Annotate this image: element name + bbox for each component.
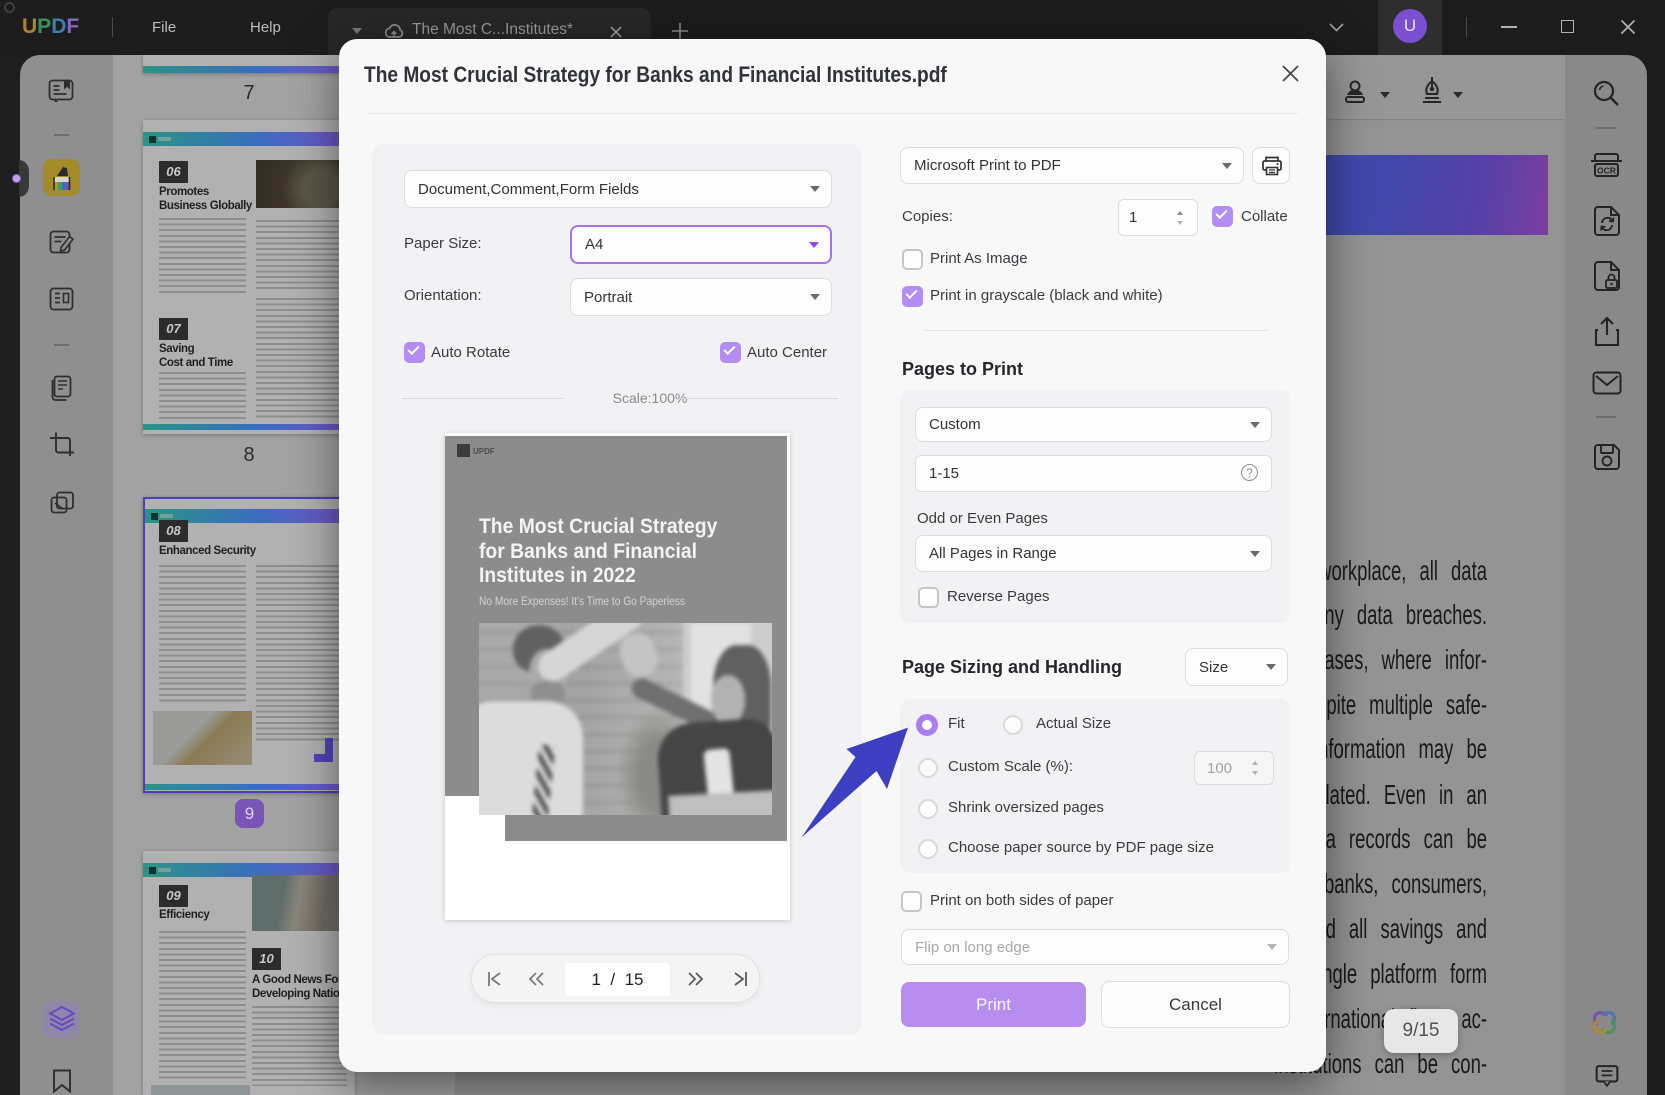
svg-text:OCR: OCR — [1597, 166, 1616, 176]
